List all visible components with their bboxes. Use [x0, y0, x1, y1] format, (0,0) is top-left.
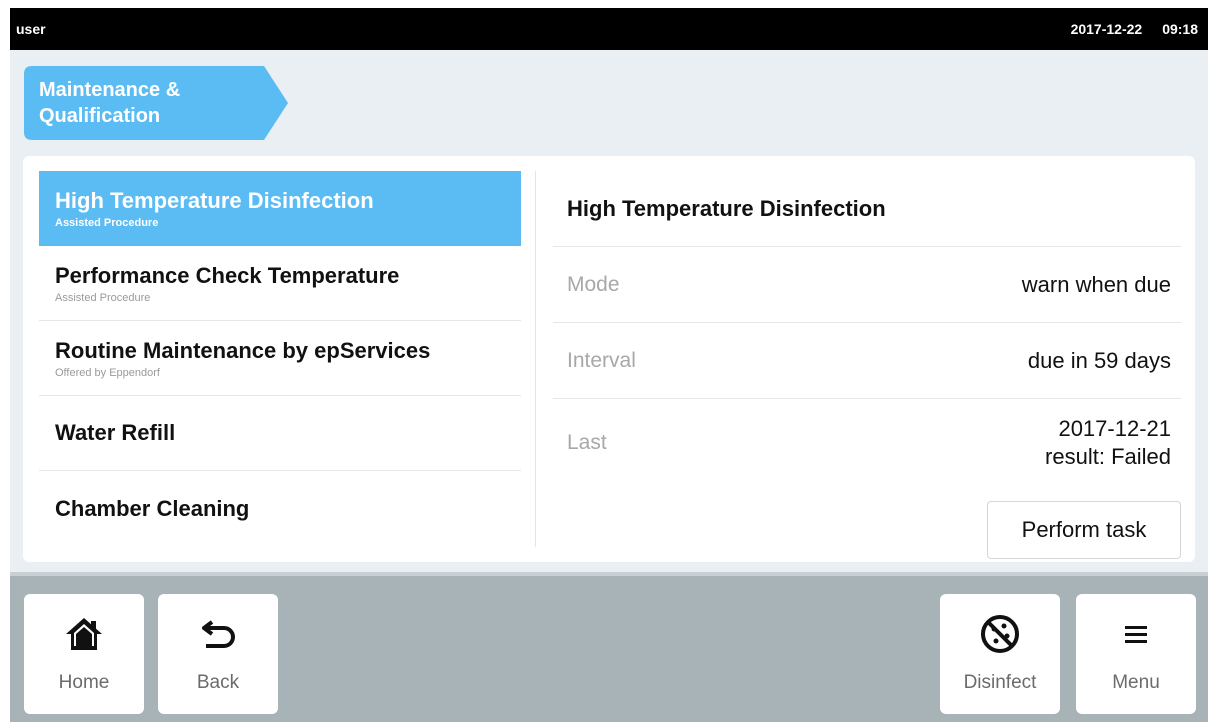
status-clock: 2017-12-22 09:18 — [1071, 21, 1198, 37]
home-icon — [64, 614, 104, 654]
task-subtitle: Assisted Procedure — [55, 291, 151, 304]
detail-row-interval: Interval due in 59 days — [553, 323, 1181, 399]
hamburger-menu-icon — [1121, 614, 1151, 654]
status-date: 2017-12-22 — [1070, 21, 1143, 37]
task-title: Chamber Cleaning — [55, 495, 250, 521]
detail-row-mode: Mode warn when due — [553, 247, 1181, 323]
back-label: Back — [196, 672, 240, 693]
home-button[interactable]: Home — [24, 594, 144, 714]
task-title: Water Refill — [55, 420, 176, 445]
content-panel: High Temperature Disinfection Assisted P… — [23, 156, 1195, 562]
status-bar: user 2017-12-22 09:18 — [10, 8, 1208, 50]
detail-label: Interval — [567, 348, 636, 372]
task-title: Routine Maintenance by epServices — [55, 337, 431, 363]
task-subtitle: Assisted Procedure — [55, 217, 159, 229]
menu-label: Menu — [1112, 672, 1160, 693]
disinfect-button[interactable]: Disinfect — [940, 594, 1060, 714]
panel-divider — [535, 171, 536, 547]
back-button[interactable]: Back — [158, 594, 278, 714]
breadcrumb[interactable]: Maintenance & Qualification — [24, 66, 288, 140]
status-time: 09:18 — [1162, 21, 1198, 37]
task-item-chamber-cleaning[interactable]: Chamber Cleaning — [39, 471, 521, 546]
last-result: result: Failed — [1045, 444, 1171, 469]
last-date: 2017-12-21 — [1058, 416, 1171, 441]
home-label: Home — [58, 672, 110, 693]
task-item-high-temperature-disinfection[interactable]: High Temperature Disinfection Assisted P… — [39, 171, 521, 246]
back-arrow-icon — [198, 614, 238, 654]
menu-button[interactable]: Menu — [1076, 594, 1196, 714]
task-item-water-refill[interactable]: Water Refill — [39, 396, 521, 471]
detail-label: Mode — [567, 272, 620, 296]
task-title: Performance Check Temperature — [55, 262, 400, 288]
main-screen: Maintenance & Qualification High Tempera… — [10, 50, 1208, 722]
detail-value: 2017-12-21 result: Failed — [1045, 415, 1171, 471]
task-item-routine-maintenance[interactable]: Routine Maintenance by epServices Offere… — [39, 321, 521, 396]
detail-label: Last — [567, 431, 607, 454]
detail-value: due in 59 days — [1027, 347, 1171, 373]
perform-task-button[interactable]: Perform task — [987, 501, 1181, 559]
disinfect-label: Disinfect — [963, 672, 1037, 693]
bottom-nav-bar: Home Back Disinfect Menu — [10, 572, 1208, 722]
detail-row-last: Last 2017-12-21 result: Failed — [553, 399, 1181, 487]
disinfect-icon — [980, 614, 1020, 654]
task-title: High Temperature Disinfection — [55, 188, 374, 213]
detail-value: warn when due — [1021, 271, 1171, 297]
task-list: High Temperature Disinfection Assisted P… — [39, 171, 521, 546]
detail-title: High Temperature Disinfection — [553, 171, 1181, 247]
task-details: High Temperature Disinfection Mode warn … — [553, 171, 1181, 559]
user-name: user — [16, 21, 46, 37]
breadcrumb-label: Maintenance & Qualification — [39, 79, 181, 127]
task-item-performance-check-temperature[interactable]: Performance Check Temperature Assisted P… — [39, 246, 521, 321]
task-subtitle: Offered by Eppendorf — [55, 366, 160, 379]
